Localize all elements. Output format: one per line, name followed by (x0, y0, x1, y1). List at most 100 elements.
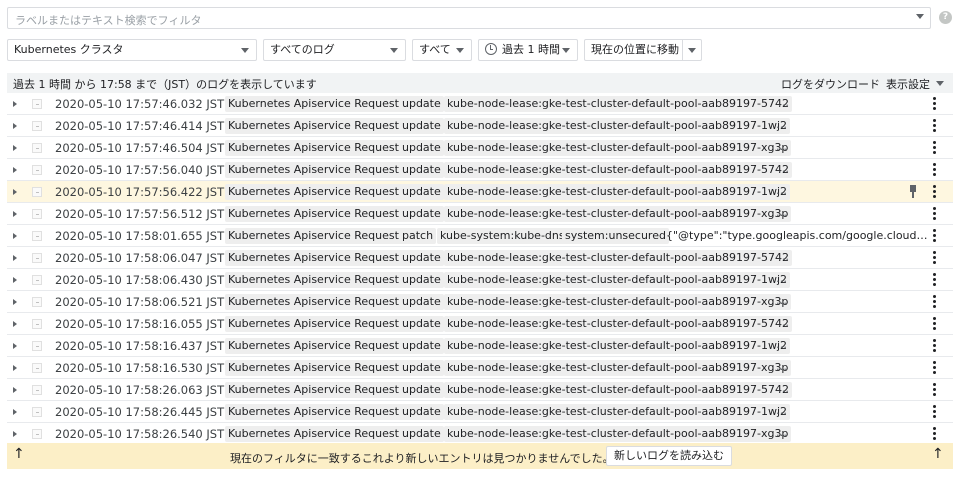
expand-arrow-icon[interactable] (13, 101, 17, 107)
log-method-chip[interactable]: update (399, 426, 444, 442)
log-method-chip[interactable]: update (399, 206, 444, 222)
log-more-ellipsis[interactable]: … (778, 382, 789, 395)
log-service-chip[interactable]: Kubernetes Apiservice Requests (225, 250, 408, 266)
more-vert-icon[interactable] (933, 141, 936, 155)
log-method-chip[interactable]: update (399, 382, 444, 398)
log-entry-row[interactable]: 2020-05-10 17:58:16.437 JST Kubernetes Ap… (7, 335, 953, 357)
expand-arrow-icon[interactable] (13, 233, 17, 239)
more-vert-icon[interactable] (933, 295, 936, 309)
log-resource-chip[interactable]: kube-node-lease:gke-test-cluster-default… (444, 206, 792, 222)
more-vert-icon[interactable] (933, 207, 936, 221)
resource-select[interactable]: Kubernetes クラスタ (7, 39, 257, 61)
log-service-chip[interactable]: Kubernetes Apiservice Requests (225, 228, 408, 244)
log-resource-chip[interactable]: kube-node-lease:gke-test-cluster-default… (444, 360, 792, 376)
display-settings-menu[interactable]: 表示設定 (886, 76, 930, 92)
more-vert-icon[interactable] (933, 383, 936, 397)
log-resource-chip[interactable]: kube-node-lease:gke-test-cluster-default… (444, 184, 790, 200)
log-service-chip[interactable]: Kubernetes Apiservice Requests (225, 382, 408, 398)
log-entry-row[interactable]: 2020-05-10 17:57:46.414 JST Kubernetes Ap… (7, 115, 953, 137)
expand-arrow-icon[interactable] (13, 123, 17, 129)
scroll-up-arrow-icon[interactable]: ↑ (932, 446, 944, 462)
log-method-chip[interactable]: update (399, 272, 444, 288)
log-method-chip[interactable]: update (399, 338, 444, 354)
log-service-chip[interactable]: Kubernetes Apiservice Requests (225, 118, 408, 134)
log-entry-row[interactable]: 2020-05-10 17:57:46.032 JST Kubernetes Ap… (7, 93, 953, 115)
filter-dropdown-icon[interactable] (916, 14, 924, 19)
log-service-chip[interactable]: Kubernetes Apiservice Requests (225, 272, 408, 288)
more-vert-icon[interactable] (933, 97, 936, 111)
log-more-ellipsis[interactable]: … (776, 272, 787, 285)
log-method-chip[interactable]: update (399, 184, 444, 200)
log-service-chip[interactable]: Kubernetes Apiservice Requests (225, 426, 408, 442)
expand-arrow-icon[interactable] (13, 277, 17, 283)
log-method-chip[interactable]: update (399, 118, 444, 134)
log-service-chip[interactable]: Kubernetes Apiservice Requests (225, 140, 408, 156)
log-entry-row[interactable]: 2020-05-10 17:58:01.655 JST Kubernetes Ap… (7, 225, 953, 247)
log-method-chip[interactable]: update (399, 294, 444, 310)
log-entry-row[interactable]: 2020-05-10 17:58:06.047 JST Kubernetes Ap… (7, 247, 953, 269)
log-method-chip[interactable]: update (399, 360, 444, 376)
log-more-ellipsis[interactable]: … (776, 404, 787, 417)
log-principal-chip[interactable]: system:unsecured (562, 228, 669, 244)
log-method-chip[interactable]: update (399, 404, 444, 420)
log-entry-row[interactable]: 2020-05-10 17:58:26.445 JST Kubernetes Ap… (7, 401, 953, 423)
log-entry-row[interactable]: 2020-05-10 17:57:46.504 JST Kubernetes Ap… (7, 137, 953, 159)
expand-arrow-icon[interactable] (13, 255, 17, 261)
more-vert-icon[interactable] (933, 317, 936, 331)
log-resource-chip[interactable]: kube-node-lease:gke-test-cluster-default… (444, 272, 790, 288)
log-entry-row[interactable]: 2020-05-10 17:57:56.512 JST Kubernetes Ap… (7, 203, 953, 225)
log-more-ellipsis[interactable]: … (776, 118, 787, 131)
expand-arrow-icon[interactable] (13, 343, 17, 349)
more-vert-icon[interactable] (933, 427, 936, 441)
log-entry-row[interactable]: 2020-05-10 17:58:26.063 JST Kubernetes Ap… (7, 379, 953, 401)
log-resource-chip[interactable]: kube-node-lease:gke-test-cluster-default… (444, 250, 792, 266)
log-entry-row[interactable]: 2020-05-10 17:58:26.540 JST Kubernetes Ap… (7, 423, 953, 445)
jump-to-now-button[interactable]: 現在の位置に移動 (584, 39, 683, 61)
expand-arrow-icon[interactable] (13, 365, 17, 371)
download-logs-link[interactable]: ログをダウンロード (781, 76, 880, 92)
log-resource-chip[interactable]: kube-node-lease:gke-test-cluster-default… (444, 140, 792, 156)
log-more-ellipsis[interactable]: … (776, 140, 787, 153)
time-range-select[interactable]: 過去 1 時間 (478, 39, 578, 61)
log-service-chip[interactable]: Kubernetes Apiservice Requests (225, 404, 408, 420)
expand-arrow-icon[interactable] (13, 189, 17, 195)
expand-arrow-icon[interactable] (13, 145, 17, 151)
log-resource-chip[interactable]: kube-node-lease:gke-test-cluster-default… (444, 426, 792, 442)
log-entry-row[interactable]: 2020-05-10 17:57:56.040 JST Kubernetes Ap… (7, 159, 953, 181)
log-filter-input[interactable]: ラベルまたはテキスト検索でフィルタ (7, 7, 931, 29)
log-method-chip[interactable]: update (399, 96, 444, 112)
pin-icon[interactable] (908, 185, 918, 199)
log-service-chip[interactable]: Kubernetes Apiservice Requests (225, 294, 408, 310)
log-resource-chip[interactable]: kube-node-lease:gke-test-cluster-default… (444, 294, 792, 310)
scroll-up-arrow-icon[interactable]: ↑ (13, 446, 25, 462)
log-resource-chip[interactable]: kube-node-lease:gke-test-cluster-default… (444, 118, 790, 134)
log-method-chip[interactable]: update (399, 140, 444, 156)
more-vert-icon[interactable] (933, 339, 936, 353)
log-service-chip[interactable]: Kubernetes Apiservice Requests (225, 184, 408, 200)
log-resource-chip[interactable]: kube-node-lease:gke-test-cluster-default… (444, 162, 792, 178)
expand-arrow-icon[interactable] (13, 299, 17, 305)
expand-arrow-icon[interactable] (13, 321, 17, 327)
more-vert-icon[interactable] (933, 185, 936, 199)
log-resource-chip[interactable]: kube-system:kube-dns (437, 228, 568, 244)
log-method-chip[interactable]: update (399, 316, 444, 332)
log-service-chip[interactable]: Kubernetes Apiservice Requests (225, 316, 408, 332)
log-method-chip[interactable]: update (399, 162, 444, 178)
log-resource-chip[interactable]: kube-node-lease:gke-test-cluster-default… (444, 316, 792, 332)
log-entry-row[interactable]: 2020-05-10 17:58:06.430 JST Kubernetes Ap… (7, 269, 953, 291)
log-service-chip[interactable]: Kubernetes Apiservice Requests (225, 162, 408, 178)
log-resource-chip[interactable]: kube-node-lease:gke-test-cluster-default… (444, 96, 792, 112)
more-vert-icon[interactable] (933, 229, 936, 243)
load-newer-logs-button[interactable]: 新しいログを読み込む (606, 446, 732, 466)
log-more-ellipsis[interactable]: … (778, 96, 789, 109)
expand-arrow-icon[interactable] (13, 167, 17, 173)
expand-arrow-icon[interactable] (13, 211, 17, 217)
log-entry-row[interactable]: 2020-05-10 17:57:56.422 JST Kubernetes Ap… (7, 181, 953, 203)
expand-arrow-icon[interactable] (13, 409, 17, 415)
log-more-ellipsis[interactable]: … (776, 184, 787, 197)
more-vert-icon[interactable] (933, 251, 936, 265)
help-icon[interactable]: ? (939, 11, 952, 24)
log-method-chip[interactable]: patch (399, 228, 437, 244)
log-entry-row[interactable]: 2020-05-10 17:58:16.530 JST Kubernetes Ap… (7, 357, 953, 379)
log-more-ellipsis[interactable]: … (776, 338, 787, 351)
